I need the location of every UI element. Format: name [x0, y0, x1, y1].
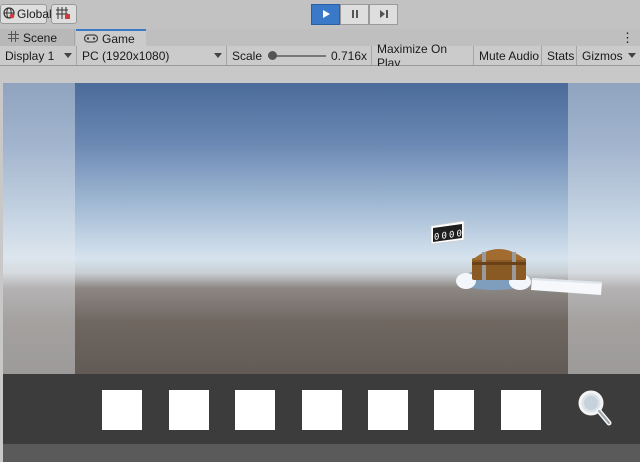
scale-value: 0.716x [330, 48, 367, 63]
inventory-slot[interactable] [434, 390, 474, 430]
chevron-down-icon [214, 53, 222, 58]
game-view: 0 0 0 0 [0, 66, 640, 462]
counter-digit: 0 [441, 231, 447, 242]
playback-controls [311, 4, 398, 25]
inventory-slot[interactable] [302, 390, 342, 430]
pause-button[interactable] [340, 4, 369, 25]
magnifier-icon[interactable] [577, 389, 613, 432]
mute-label: Mute Audio [479, 48, 540, 63]
grid-icon [8, 30, 19, 45]
stats-toggle[interactable]: Stats [542, 46, 577, 65]
game-footer [3, 444, 640, 462]
tab-game-label: Game [102, 31, 135, 46]
globe-icon [3, 6, 15, 22]
game-viewport[interactable]: 0 0 0 0 [3, 83, 640, 374]
global-label: Global [17, 7, 52, 21]
gizmos-dropdown[interactable]: Gizmos [577, 46, 640, 65]
mute-audio-toggle[interactable]: Mute Audio [474, 46, 542, 65]
main-toolbar: Global [0, 0, 640, 30]
display-label: Display 1 [5, 48, 55, 63]
more-options-icon[interactable]: ⋮ [621, 29, 634, 46]
play-icon [321, 8, 331, 22]
resolution-dropdown[interactable]: PC (1920x1080) [77, 46, 227, 65]
chevron-down-icon [628, 53, 636, 58]
stats-label: Stats [547, 48, 575, 63]
inventory-bar [3, 374, 640, 444]
display-dropdown[interactable]: Display 1 [0, 46, 77, 65]
game-toolbar: Display 1 PC (1920x1080) Scale 0.716x Ma… [0, 42, 640, 70]
grid-snap-button[interactable] [51, 4, 77, 24]
counter-digit: 0 [434, 232, 440, 243]
tab-scene-label: Scene [23, 30, 58, 45]
gamepad-icon [83, 32, 99, 46]
scale-slider-handle[interactable] [268, 51, 277, 60]
inventory-slot[interactable] [102, 390, 142, 430]
global-toggle-button[interactable]: Global [0, 4, 52, 24]
inventory-slot[interactable] [235, 390, 275, 430]
treasure-chest[interactable] [454, 238, 604, 298]
chevron-down-icon [64, 53, 72, 58]
gizmos-label: Gizmos [582, 48, 623, 63]
step-icon [379, 8, 389, 22]
tab-game[interactable]: Game [76, 29, 146, 46]
grid-snap-icon [56, 6, 72, 23]
play-button[interactable] [311, 4, 340, 25]
view-tabs: Scene Game ⋮ [0, 29, 640, 46]
inventory-slot[interactable] [169, 390, 209, 430]
inventory-slot[interactable] [501, 390, 541, 430]
maximize-on-play-toggle[interactable]: Maximize On Play [372, 42, 474, 70]
letterbox-right [568, 83, 640, 374]
step-button[interactable] [369, 4, 398, 25]
pause-icon [350, 8, 360, 22]
letterbox-left [3, 83, 75, 374]
resolution-label: PC (1920x1080) [82, 48, 170, 63]
inventory-slot[interactable] [368, 390, 408, 430]
scale-label: Scale [232, 48, 263, 63]
tab-scene[interactable]: Scene [0, 29, 75, 46]
